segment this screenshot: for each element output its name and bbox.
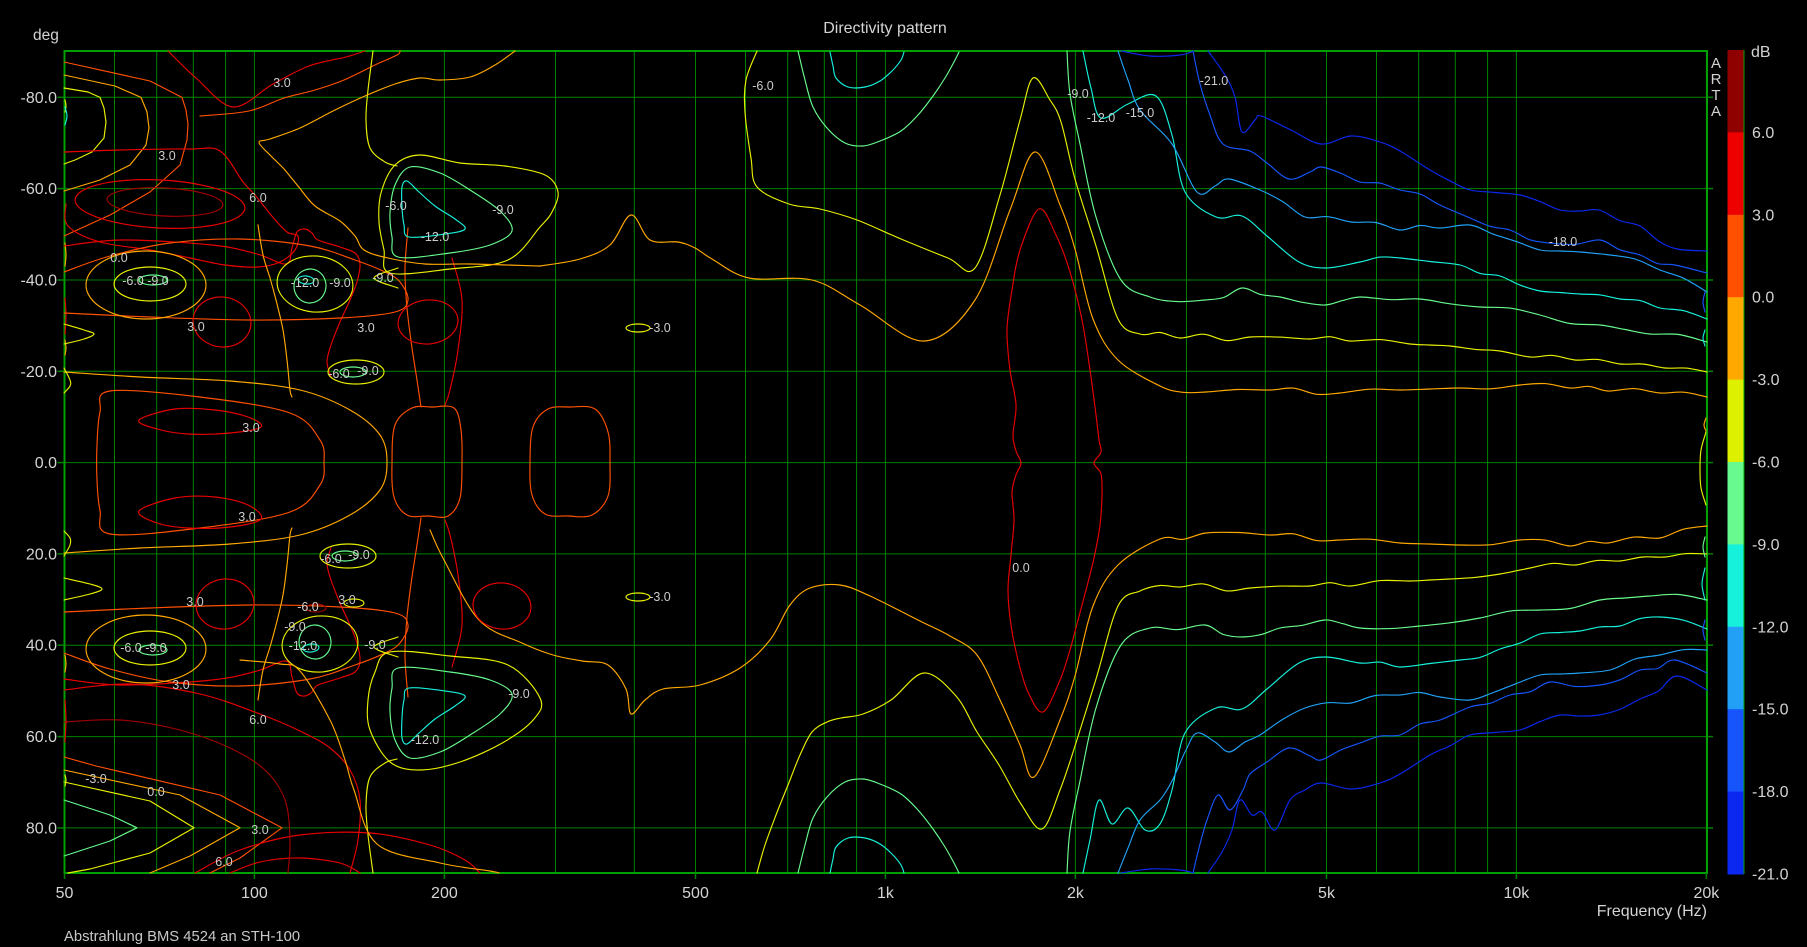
svg-text:3.0: 3.0 bbox=[273, 76, 290, 90]
svg-text:-12.0: -12.0 bbox=[1087, 111, 1116, 125]
svg-text:-12.0: -12.0 bbox=[291, 276, 320, 290]
svg-text:6.0: 6.0 bbox=[249, 713, 266, 727]
svg-text:3.0: 3.0 bbox=[338, 593, 355, 607]
svg-text:-60.0: -60.0 bbox=[21, 181, 58, 198]
svg-text:60.0: 60.0 bbox=[26, 729, 57, 746]
svg-text:Directivity pattern: Directivity pattern bbox=[823, 20, 947, 37]
svg-text:500: 500 bbox=[682, 885, 709, 902]
svg-text:-40.0: -40.0 bbox=[21, 273, 58, 290]
svg-text:0.0: 0.0 bbox=[147, 785, 164, 799]
svg-text:0.0: 0.0 bbox=[1012, 561, 1029, 575]
svg-text:6.0: 6.0 bbox=[249, 191, 266, 205]
svg-text:-21.0: -21.0 bbox=[1752, 867, 1789, 884]
svg-text:3.0: 3.0 bbox=[357, 321, 374, 335]
svg-text:20k: 20k bbox=[1694, 885, 1721, 902]
svg-text:-6.0: -6.0 bbox=[320, 552, 342, 566]
svg-text:-9.0: -9.0 bbox=[348, 548, 370, 562]
svg-text:-15.0: -15.0 bbox=[1752, 702, 1789, 719]
svg-text:-9.0: -9.0 bbox=[1067, 87, 1089, 101]
svg-text:20.0: 20.0 bbox=[26, 546, 57, 563]
svg-text:5k: 5k bbox=[1318, 885, 1336, 902]
svg-text:100: 100 bbox=[241, 885, 268, 902]
svg-text:-3.0: -3.0 bbox=[649, 321, 671, 335]
svg-text:-3.0: -3.0 bbox=[649, 590, 671, 604]
svg-text:6.0: 6.0 bbox=[215, 855, 232, 869]
svg-text:A: A bbox=[1711, 103, 1721, 120]
svg-text:-9.0: -9.0 bbox=[357, 364, 379, 378]
svg-text:-12.0: -12.0 bbox=[411, 733, 440, 747]
svg-text:0.0: 0.0 bbox=[35, 455, 57, 472]
svg-text:80.0: 80.0 bbox=[26, 820, 57, 837]
svg-text:-6.0: -6.0 bbox=[752, 79, 774, 93]
svg-text:3.0: 3.0 bbox=[172, 678, 189, 692]
svg-text:-9.0: -9.0 bbox=[1752, 537, 1780, 554]
svg-text:3.0: 3.0 bbox=[242, 421, 259, 435]
svg-text:-12.0: -12.0 bbox=[289, 639, 318, 653]
svg-text:40.0: 40.0 bbox=[26, 638, 57, 655]
svg-text:-6.0: -6.0 bbox=[297, 600, 319, 614]
svg-text:-3.0: -3.0 bbox=[1752, 372, 1780, 389]
svg-text:10k: 10k bbox=[1504, 885, 1531, 902]
svg-text:Abstrahlung BMS 4524 an STH-10: Abstrahlung BMS 4524 an STH-100 bbox=[64, 929, 300, 945]
svg-text:200: 200 bbox=[431, 885, 458, 902]
svg-text:T: T bbox=[1711, 87, 1720, 104]
svg-text:-12.0: -12.0 bbox=[1752, 619, 1789, 636]
svg-text:dB: dB bbox=[1751, 44, 1771, 61]
svg-text:50: 50 bbox=[56, 885, 74, 902]
svg-text:-9.0: -9.0 bbox=[372, 271, 394, 285]
svg-text:-18.0: -18.0 bbox=[1752, 784, 1789, 801]
svg-text:A: A bbox=[1711, 55, 1721, 72]
svg-text:-12.0: -12.0 bbox=[421, 230, 450, 244]
svg-text:1k: 1k bbox=[877, 885, 895, 902]
svg-text:-9.0: -9.0 bbox=[284, 620, 306, 634]
svg-text:-6.0: -6.0 bbox=[385, 199, 407, 213]
svg-text:-15.0: -15.0 bbox=[1126, 106, 1155, 120]
svg-text:-9.0: -9.0 bbox=[364, 638, 386, 652]
svg-text:2k: 2k bbox=[1067, 885, 1085, 902]
svg-text:-9.0: -9.0 bbox=[492, 203, 514, 217]
svg-text:-20.0: -20.0 bbox=[21, 364, 58, 381]
svg-text:0.0: 0.0 bbox=[110, 251, 127, 265]
svg-text:-18.0: -18.0 bbox=[1549, 235, 1578, 249]
svg-text:Frequency (Hz): Frequency (Hz) bbox=[1597, 903, 1707, 920]
svg-text:3.0: 3.0 bbox=[187, 320, 204, 334]
svg-text:-6.0: -6.0 bbox=[1752, 455, 1780, 472]
svg-text:-9.0: -9.0 bbox=[329, 276, 351, 290]
svg-text:-9.0: -9.0 bbox=[147, 274, 169, 288]
svg-text:R: R bbox=[1711, 71, 1722, 88]
svg-text:-6.0: -6.0 bbox=[120, 641, 142, 655]
svg-text:-3.0: -3.0 bbox=[85, 772, 107, 786]
svg-text:6.0: 6.0 bbox=[1752, 125, 1774, 142]
svg-text:3.0: 3.0 bbox=[158, 149, 175, 163]
svg-text:3.0: 3.0 bbox=[186, 595, 203, 609]
svg-text:-6.0: -6.0 bbox=[328, 367, 350, 381]
svg-text:-6.0: -6.0 bbox=[122, 274, 144, 288]
svg-text:deg: deg bbox=[33, 27, 59, 44]
svg-text:-21.0: -21.0 bbox=[1200, 74, 1229, 88]
svg-text:-9.0: -9.0 bbox=[508, 687, 530, 701]
svg-text:-9.0: -9.0 bbox=[145, 641, 167, 655]
svg-text:3.0: 3.0 bbox=[1752, 207, 1774, 224]
svg-text:3.0: 3.0 bbox=[251, 823, 268, 837]
svg-text:0.0: 0.0 bbox=[1752, 290, 1774, 307]
svg-text:-80.0: -80.0 bbox=[21, 90, 58, 107]
svg-text:3.0: 3.0 bbox=[238, 510, 255, 524]
